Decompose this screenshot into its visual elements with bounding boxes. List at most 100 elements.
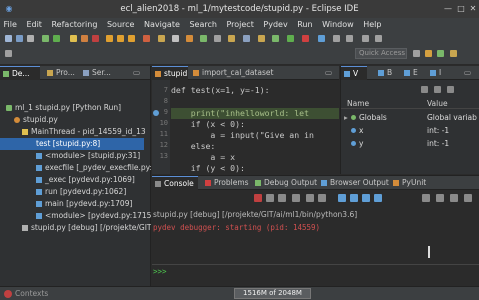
tab-stupid[interactable]: stupid (152, 66, 188, 80)
package-icon[interactable] (258, 35, 265, 42)
open-console-icon[interactable] (422, 194, 430, 202)
tree-item[interactable]: MainThread - pid_14559_id_13 (0, 126, 151, 138)
contexts-icon[interactable] (4, 290, 12, 298)
run-icon[interactable] (53, 35, 60, 42)
breakpoint-icon[interactable] (143, 35, 150, 42)
run-python-icon[interactable] (200, 35, 207, 42)
external-tools-icon[interactable] (302, 35, 309, 42)
menu-refactoring[interactable]: Refactoring (51, 20, 97, 29)
console-prompt[interactable]: >>> (153, 266, 479, 278)
menu-project[interactable]: Project (226, 20, 253, 29)
python-icon[interactable] (186, 35, 193, 42)
tab-breakpoints[interactable]: B (375, 66, 399, 80)
menu-file[interactable]: File (4, 20, 17, 29)
remove-all-icon[interactable] (278, 194, 286, 202)
menu-pydev[interactable]: Pydev (263, 20, 287, 29)
new-console-icon[interactable] (436, 194, 444, 202)
tree-item[interactable]: stupid.py [debug] [/projekte/GIT (0, 222, 151, 234)
coverage-icon[interactable] (318, 35, 325, 42)
tree-item[interactable]: run [pydevd.py:1062] (0, 186, 151, 198)
tree-item[interactable]: ml_1 stupid.py [Python Run] (0, 102, 151, 114)
quick-access-input[interactable]: Quick Access (355, 48, 407, 59)
terminate-icon[interactable] (92, 35, 99, 42)
breakpoint-marker-icon[interactable] (153, 110, 159, 116)
tab-variables[interactable]: V (341, 66, 367, 80)
collapse-all-icon[interactable] (421, 86, 428, 93)
resume-icon[interactable] (70, 35, 77, 42)
code-line[interactable]: a = input("Give an in (171, 130, 314, 141)
show-stdout-icon[interactable] (350, 194, 358, 202)
code-line[interactable]: if (x < 0): (171, 119, 245, 130)
open-type-icon[interactable] (214, 35, 221, 42)
app-menu-icon[interactable]: ◉ (4, 4, 14, 14)
suspend-icon[interactable] (81, 35, 88, 42)
code-line[interactable]: a = x (171, 152, 235, 163)
search-icon[interactable] (172, 35, 179, 42)
terminate-icon[interactable] (254, 194, 262, 202)
tree-item[interactable]: main [pydevd.py:1709] (0, 198, 151, 210)
tree-item[interactable]: <module> [pydevd.py:1715] (0, 210, 151, 222)
tree-item[interactable]: _exec [pydevd.py:1069] (0, 174, 151, 186)
scroll-lock-icon[interactable] (306, 194, 314, 202)
step-return-icon[interactable] (128, 35, 135, 42)
expand-arrow-icon[interactable]: ▸ (344, 112, 348, 124)
prev-annotation-icon[interactable] (346, 35, 353, 42)
heap-status[interactable]: 1516M of 2048M (234, 288, 311, 299)
close-icon[interactable]: ✕ (468, 4, 478, 14)
tab-servers[interactable]: Ser... (80, 66, 120, 80)
code-line[interactable]: else: (171, 141, 216, 152)
tab-interactive[interactable]: I (427, 66, 451, 80)
show-stderr-icon[interactable] (362, 194, 370, 202)
step-into-icon[interactable] (106, 35, 113, 42)
tree-item[interactable]: execfile [_pydev_execfile.py: (0, 162, 151, 174)
open-perspective-icon[interactable] (413, 50, 420, 57)
tab-pyunit[interactable]: PyUnit (390, 176, 436, 190)
open-resource-icon[interactable] (228, 35, 235, 42)
pydev-perspective-icon[interactable] (425, 50, 432, 57)
pin-icon[interactable] (5, 50, 12, 57)
pin-console-icon[interactable] (338, 194, 346, 202)
minimize-view-icon[interactable]: ▭ (461, 66, 477, 80)
variable-row[interactable]: ▸ Globals Global variab (341, 112, 479, 124)
tab-console[interactable]: Console (152, 176, 198, 190)
word-wrap-icon[interactable] (318, 194, 326, 202)
tree-item-selected[interactable]: test [stupid.py:8] (0, 138, 144, 150)
tab-problems[interactable]: Problems (202, 176, 250, 190)
minimize-view-icon[interactable] (464, 194, 472, 202)
menu-run[interactable]: Run (297, 20, 312, 29)
tab-debug[interactable]: De... (0, 66, 40, 80)
next-annotation-icon[interactable] (333, 35, 340, 42)
task-icon[interactable] (243, 35, 250, 42)
step-over-icon[interactable] (117, 35, 124, 42)
tab-debug-output[interactable]: Debug Output (252, 176, 317, 190)
debug-launch-icon[interactable] (272, 35, 279, 42)
folder-icon[interactable] (158, 35, 165, 42)
remove-launch-icon[interactable] (266, 194, 274, 202)
view-menu-icon[interactable] (450, 194, 458, 202)
menu-window[interactable]: Window (322, 20, 354, 29)
minimize-icon[interactable]: — (443, 4, 453, 14)
clear-console-icon[interactable] (292, 194, 300, 202)
java-perspective-icon[interactable] (450, 50, 457, 57)
debug-icon[interactable] (42, 35, 49, 42)
view-menu-icon[interactable] (447, 86, 454, 93)
variable-row[interactable]: y int: -1 (341, 138, 479, 150)
tab-browser-output[interactable]: Browser Output (318, 176, 389, 190)
menu-search[interactable]: Search (189, 20, 216, 29)
menu-source[interactable]: Source (107, 20, 134, 29)
back-icon[interactable] (362, 35, 369, 42)
tree-item[interactable]: stupid.py (0, 114, 151, 126)
code-line[interactable]: def test(x=1, y=-1): (171, 85, 270, 96)
menu-navigate[interactable]: Navigate (144, 20, 180, 29)
save-icon[interactable] (16, 35, 23, 42)
menu-edit[interactable]: Edit (26, 20, 42, 29)
code-line[interactable]: if (y < 0): (171, 163, 245, 174)
tab-import-cal-dataset[interactable]: import_cal_dataset (190, 66, 290, 80)
code-line-current[interactable]: print("inhelloworld: let (171, 108, 309, 119)
maximize-icon[interactable]: □ (456, 4, 466, 14)
print-icon[interactable] (27, 35, 34, 42)
show-type-icon[interactable] (434, 86, 441, 93)
display-console-icon[interactable] (374, 194, 382, 202)
minimize-view-icon[interactable]: ▭ (322, 66, 338, 80)
menu-help[interactable]: Help (363, 20, 381, 29)
